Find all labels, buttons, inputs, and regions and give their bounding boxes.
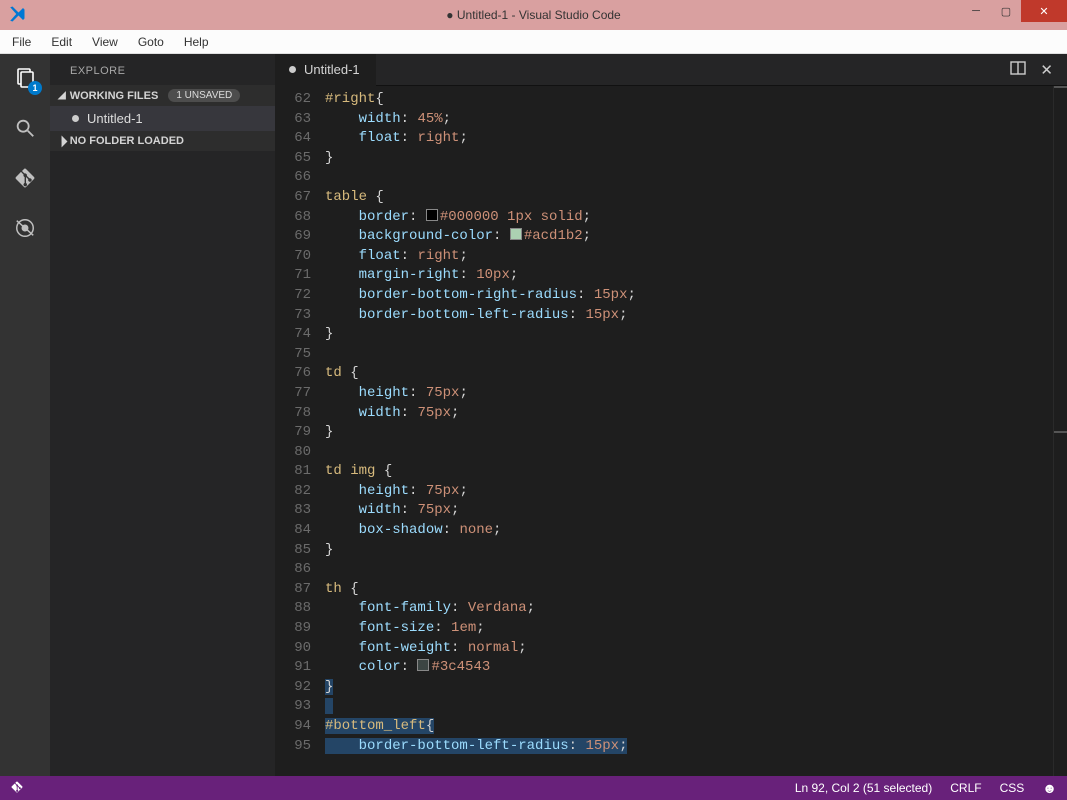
status-git-icon[interactable] bbox=[10, 780, 24, 797]
sidebar: EXPLORE ◢ WORKING FILES 1 UNSAVED Untitl… bbox=[50, 54, 275, 776]
minimize-button[interactable]: ─ bbox=[961, 0, 991, 22]
chevron-down-icon: ◢ bbox=[58, 90, 66, 101]
working-files-label: WORKING FILES bbox=[70, 90, 159, 102]
chevron-right-icon: ◢ bbox=[55, 134, 68, 147]
menu-goto[interactable]: Goto bbox=[128, 32, 174, 52]
status-feedback-icon[interactable]: ☻ bbox=[1042, 780, 1057, 796]
activity-bar: 1 bbox=[0, 54, 50, 776]
explorer-icon[interactable]: 1 bbox=[11, 64, 39, 92]
status-eol[interactable]: CRLF bbox=[950, 781, 981, 795]
search-icon[interactable] bbox=[11, 114, 39, 142]
line-gutter: 6263646566676869707172737475767778798081… bbox=[275, 86, 325, 776]
working-file-item[interactable]: Untitled-1 bbox=[50, 106, 275, 131]
menu-file[interactable]: File bbox=[4, 32, 41, 52]
menu-edit[interactable]: Edit bbox=[41, 32, 82, 52]
explorer-badge: 1 bbox=[28, 81, 42, 95]
unsaved-dot-icon bbox=[72, 115, 79, 122]
no-folder-header[interactable]: ◢ NO FOLDER LOADED bbox=[50, 131, 275, 151]
status-cursor-position[interactable]: Ln 92, Col 2 (51 selected) bbox=[795, 781, 932, 795]
debug-icon[interactable] bbox=[11, 214, 39, 242]
status-bar: Ln 92, Col 2 (51 selected) CRLF CSS ☻ bbox=[0, 776, 1067, 800]
tab-label: Untitled-1 bbox=[304, 62, 360, 77]
menu-help[interactable]: Help bbox=[174, 32, 219, 52]
window-title: ● Untitled-1 - Visual Studio Code bbox=[446, 8, 620, 22]
app-logo-icon bbox=[8, 5, 28, 25]
unsaved-pill: 1 UNSAVED bbox=[168, 89, 240, 102]
menu-view[interactable]: View bbox=[82, 32, 128, 52]
menubar: File Edit View Goto Help bbox=[0, 30, 1067, 54]
split-editor-icon[interactable] bbox=[1010, 61, 1026, 79]
tab-unsaved-dot-icon bbox=[289, 66, 296, 73]
editor[interactable]: 6263646566676869707172737475767778798081… bbox=[275, 86, 1067, 776]
scrollbar[interactable] bbox=[1053, 86, 1067, 776]
titlebar: ● Untitled-1 - Visual Studio Code ─ ▢ ✕ bbox=[0, 0, 1067, 30]
code-content[interactable]: #right{ width: 45%; float: right;} table… bbox=[325, 86, 1053, 776]
sidebar-title: EXPLORE bbox=[50, 54, 275, 85]
no-folder-label: NO FOLDER LOADED bbox=[70, 135, 184, 147]
working-file-name: Untitled-1 bbox=[87, 111, 143, 126]
git-icon[interactable] bbox=[11, 164, 39, 192]
tab-bar: Untitled-1 ✕ bbox=[275, 54, 1067, 86]
maximize-button[interactable]: ▢ bbox=[991, 0, 1021, 22]
status-language[interactable]: CSS bbox=[1000, 781, 1025, 795]
close-button[interactable]: ✕ bbox=[1021, 0, 1067, 22]
working-files-header[interactable]: ◢ WORKING FILES 1 UNSAVED bbox=[50, 85, 275, 106]
tab-close-icon[interactable]: ✕ bbox=[1040, 61, 1053, 79]
tab-untitled-1[interactable]: Untitled-1 bbox=[275, 54, 376, 86]
